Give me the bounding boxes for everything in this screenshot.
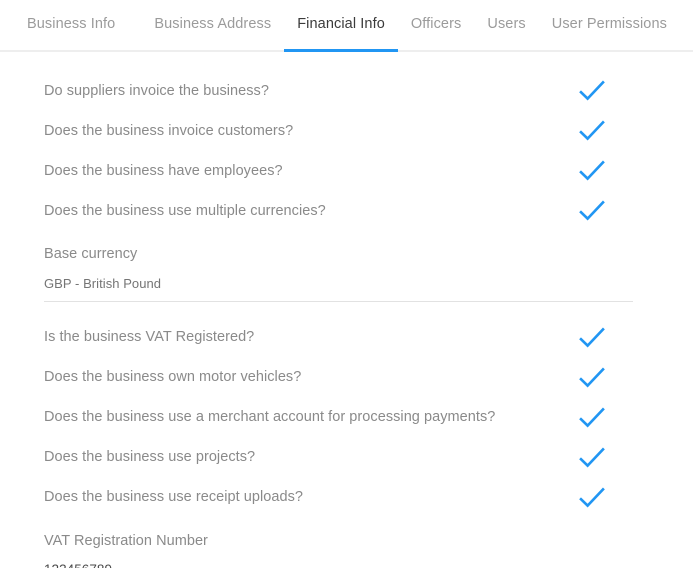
- tab-label: Financial Info: [297, 16, 385, 32]
- check-icon[interactable]: [578, 197, 606, 225]
- base-currency-input-wrap[interactable]: [44, 275, 633, 302]
- tab-officers[interactable]: Officers: [398, 0, 475, 50]
- question-label: Is the business VAT Registered?: [44, 329, 255, 346]
- tab-label: Business Info: [27, 16, 116, 32]
- tab-bar: Business Info Business Address Financial…: [0, 0, 693, 52]
- question-row: Do suppliers invoice the business?: [0, 71, 693, 111]
- check-icon[interactable]: [578, 404, 606, 432]
- tab-business-info[interactable]: Business Info: [27, 0, 128, 50]
- check-icon[interactable]: [578, 444, 606, 472]
- base-currency-input[interactable]: [44, 275, 633, 291]
- question-row: Does the business use a merchant account…: [0, 398, 693, 438]
- tab-users[interactable]: Users: [474, 0, 538, 50]
- question-label: Does the business use receipt uploads?: [44, 489, 304, 506]
- tab-user-permissions[interactable]: User Permissions: [539, 0, 680, 50]
- check-icon[interactable]: [578, 157, 606, 185]
- tab-list: Business Info Business Address Financial…: [0, 0, 680, 52]
- check-icon[interactable]: [578, 77, 606, 105]
- tab-business-address[interactable]: Business Address: [141, 0, 284, 50]
- base-currency-label: Base currency: [44, 246, 138, 262]
- tab-label: Business Address: [154, 16, 272, 32]
- question-row: Is the business VAT Registered?: [0, 318, 693, 358]
- vat-registration-number-label: VAT Registration Number: [44, 532, 208, 549]
- question-row: Does the business use multiple currencie…: [0, 191, 693, 231]
- tab-label: Officers: [410, 16, 462, 32]
- tab-financial-info[interactable]: Financial Info: [284, 0, 398, 52]
- question-row: Does the business use receipt uploads?: [0, 478, 693, 518]
- check-icon[interactable]: [578, 324, 606, 352]
- question-group-top: Do suppliers invoice the business? Does …: [0, 71, 693, 231]
- question-label: Does the business use a merchant account…: [44, 409, 496, 426]
- question-label: Does the business use multiple currencie…: [44, 202, 326, 219]
- top-spacer: [0, 52, 693, 71]
- question-label: Does the business use projects?: [44, 449, 256, 466]
- check-icon[interactable]: [578, 117, 606, 145]
- check-icon[interactable]: [578, 364, 606, 392]
- question-row: Does the business use projects?: [0, 438, 693, 478]
- tab-label: Users: [487, 16, 526, 32]
- tab-label: User Permissions: [551, 16, 667, 32]
- question-label: Does the business have employees?: [44, 162, 283, 179]
- check-icon[interactable]: [578, 484, 606, 512]
- vat-registration-number-input[interactable]: [44, 562, 633, 568]
- question-row: Does the business invoice customers?: [0, 111, 693, 151]
- question-row: Does the business have employees?: [0, 151, 693, 191]
- financial-info-page: Business Info Business Address Financial…: [0, 0, 693, 568]
- vat-registration-number-field: VAT Registration Number: [0, 518, 693, 568]
- question-label: Does the business own motor vehicles?: [44, 369, 302, 386]
- base-currency-field: Base currency: [0, 231, 693, 302]
- question-label: Does the business invoice customers?: [44, 122, 294, 139]
- vat-registration-number-input-wrap[interactable]: [44, 562, 633, 568]
- question-label: Do suppliers invoice the business?: [44, 82, 269, 99]
- financial-info-form: Do suppliers invoice the business? Does …: [0, 52, 693, 568]
- question-group-bottom: Is the business VAT Registered? Does the…: [0, 318, 693, 518]
- question-row: Does the business own motor vehicles?: [0, 358, 693, 398]
